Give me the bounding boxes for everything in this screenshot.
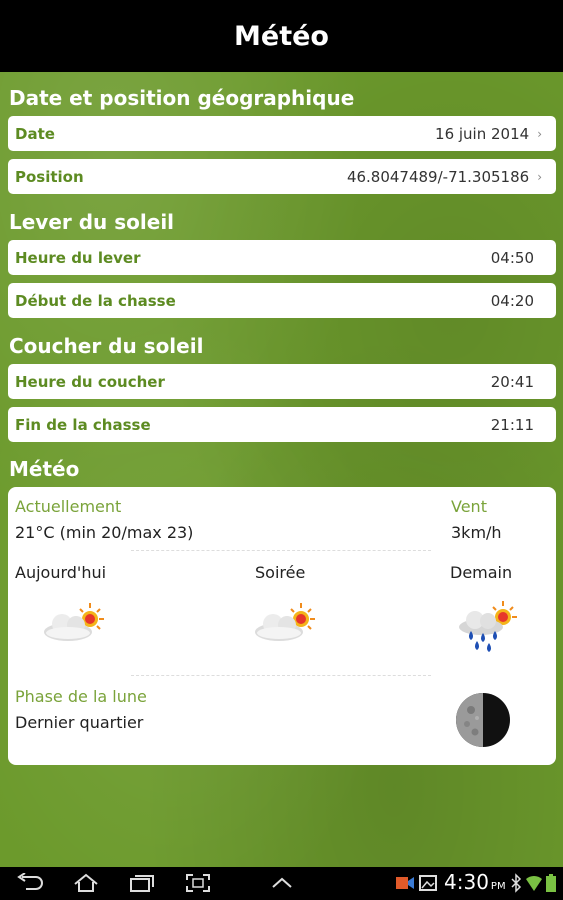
home-icon[interactable] <box>72 873 100 893</box>
chevron-right-icon: › <box>537 126 542 141</box>
tomorrow-label: Demain <box>450 563 513 582</box>
date-label: Date <box>15 124 55 143</box>
position-label: Position <box>15 167 84 186</box>
wind-value: 3km/h <box>451 523 502 542</box>
hunt-start-value: 04:20 <box>490 291 534 310</box>
hunt-end-label: Fin de la chasse <box>15 415 151 434</box>
media-notification-icon <box>396 877 414 889</box>
divider <box>131 675 431 676</box>
date-row[interactable]: Date 16 juin 2014 › <box>8 116 556 151</box>
section-title-position: Date et position géographique <box>9 86 355 110</box>
back-icon[interactable] <box>16 873 44 893</box>
clock-ampm: PM <box>490 881 506 892</box>
status-clock: 4:30 PM <box>444 870 506 894</box>
weather-card: Actuellement 21°C (min 20/max 23) Vent 3… <box>8 487 556 765</box>
divider <box>131 550 431 551</box>
section-title-weather: Météo <box>9 457 80 481</box>
sunrise-label: Heure du lever <box>15 248 141 267</box>
recent-apps-icon[interactable] <box>128 873 156 893</box>
wind-label: Vent <box>451 497 487 516</box>
section-title-sunset: Coucher du soleil <box>9 334 204 358</box>
screenshot-icon[interactable] <box>184 873 212 893</box>
hunt-end-value: 21:11 <box>490 415 534 434</box>
system-nav-bar: 4:30 PM <box>0 867 563 900</box>
bluetooth-icon <box>511 873 522 893</box>
battery-icon <box>546 874 556 892</box>
wifi-icon <box>526 875 542 891</box>
position-value: 46.8047489/-71.305186 <box>346 167 530 186</box>
sunrise-row: Heure du lever 04:50 <box>8 240 556 275</box>
partly-cloudy-icon <box>44 603 104 641</box>
current-label: Actuellement <box>15 497 122 516</box>
evening-label: Soirée <box>255 563 306 582</box>
position-row[interactable]: Position 46.8047489/-71.305186 › <box>8 159 556 194</box>
section-title-sunrise: Lever du soleil <box>9 210 175 234</box>
clock-time: 4:30 <box>444 870 489 894</box>
sunset-value: 20:41 <box>490 372 534 391</box>
rain-sun-icon <box>459 601 517 652</box>
current-value: 21°C (min 20/max 23) <box>15 523 194 542</box>
moon-last-quarter-icon <box>456 693 510 747</box>
partly-cloudy-icon <box>255 603 315 641</box>
today-label: Aujourd'hui <box>15 563 107 582</box>
sunset-row: Heure du coucher 20:41 <box>8 364 556 399</box>
sunset-label: Heure du coucher <box>15 372 165 391</box>
image-notification-icon <box>419 875 437 891</box>
app-title: Météo <box>234 20 329 52</box>
sunrise-value: 04:50 <box>490 248 534 267</box>
chevron-right-icon: › <box>537 169 542 184</box>
hunt-start-label: Début de la chasse <box>15 291 176 310</box>
hunt-start-row: Début de la chasse 04:20 <box>8 283 556 318</box>
app-title-bar: Météo <box>0 0 563 72</box>
main-content: Date et position géographique Date 16 ju… <box>0 72 563 867</box>
date-value: 16 juin 2014 <box>435 124 530 143</box>
chevron-up-icon[interactable] <box>268 873 296 893</box>
moon-phase-label: Phase de la lune <box>15 687 147 706</box>
hunt-end-row: Fin de la chasse 21:11 <box>8 407 556 442</box>
moon-phase-value: Dernier quartier <box>15 713 144 732</box>
